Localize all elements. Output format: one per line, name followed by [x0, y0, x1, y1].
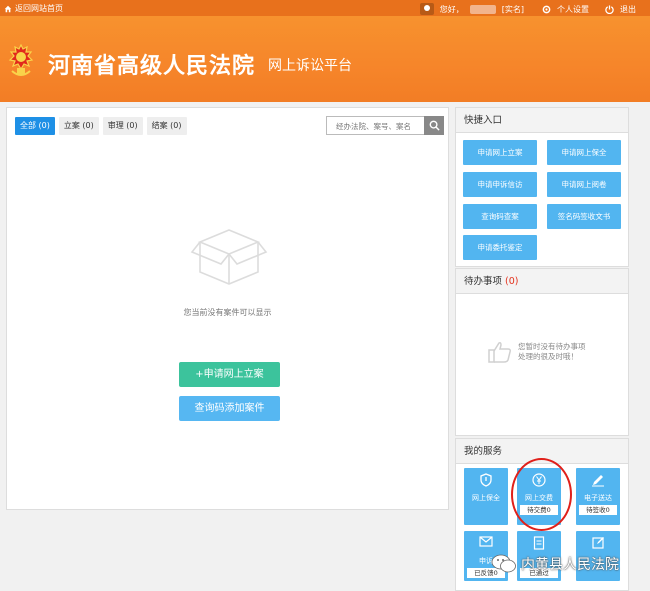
service-e-delivery[interactable]: 电子送达 待签收0 — [576, 468, 620, 525]
my-services-title: 我的服务 — [456, 439, 628, 464]
logout-link[interactable]: 退出 — [620, 4, 636, 15]
service-e-delivery-label: 电子送达 — [584, 494, 612, 502]
home-link[interactable]: 返回网站首页 — [4, 3, 63, 14]
greeting: 您好， — [439, 4, 464, 14]
pending-sign-badge: 待签收0 — [579, 505, 617, 515]
apply-online-filing-button[interactable]: +申请网上立案 — [179, 362, 280, 387]
wechat-icon — [491, 554, 516, 573]
quick-entry-panel: 快捷入口 申请网上立案 申请网上保全 申请申诉信访 申请网上阅卷 查询码查案 签… — [455, 107, 629, 267]
thumbs-up-icon — [488, 342, 511, 363]
case-panel: 全部 (0) 立案 (0) 审理 (0) 结案 (0) 经办法院、案号、案名 您… — [6, 107, 449, 510]
service-online-payment[interactable]: 网上交费 待交费0 — [517, 468, 561, 525]
quick-apply-preservation-button[interactable]: 申请网上保全 — [547, 140, 621, 165]
home-link-label: 返回网站首页 — [15, 4, 63, 13]
user-avatar-icon — [419, 3, 434, 15]
todo-count: (0) — [505, 276, 519, 287]
yen-coin-icon — [532, 473, 546, 487]
tab-filing[interactable]: 立案 (0) — [58, 117, 99, 135]
tab-trial[interactable]: 审理 (0) — [102, 117, 143, 135]
quick-entry-title: 快捷入口 — [456, 108, 628, 133]
document-icon — [533, 536, 545, 550]
todo-empty-line2: 处理的很及时哦！ — [518, 352, 578, 361]
gear-icon — [542, 5, 551, 13]
pen-icon — [592, 475, 604, 487]
realname-badge: [实名] — [501, 4, 524, 14]
quick-query-code-button[interactable]: 查询码查案 — [463, 204, 537, 229]
home-icon — [4, 5, 12, 12]
top-bar: 返回网站首页 您好， [实名] 个人设置 退出 — [0, 0, 650, 16]
quick-apply-appraisal-button[interactable]: 申请委托鉴定 — [463, 235, 537, 260]
quick-apply-petition-button[interactable]: 申请申诉信访 — [463, 172, 537, 197]
personal-settings-link[interactable]: 个人设置 — [557, 4, 589, 15]
search-icon — [429, 120, 440, 131]
shield-icon — [480, 473, 492, 487]
tab-all[interactable]: 全部 (0) — [15, 117, 55, 135]
query-code-add-case-button[interactable]: 查询码添加案件 — [179, 396, 280, 421]
empty-box-icon — [190, 229, 268, 285]
pending-payment-badge: 待交费0 — [520, 505, 558, 515]
username-redacted — [469, 4, 496, 14]
logout-icon — [605, 4, 614, 14]
quick-apply-filing-button[interactable]: 申请网上立案 — [463, 140, 537, 165]
court-emblem-icon — [8, 44, 34, 76]
todo-empty-state: 您暂时没有待办事项 处理的很及时哦！ — [488, 341, 586, 363]
service-online-preservation-label: 网上保全 — [472, 494, 500, 502]
todo-title: 待办事项 (0) — [456, 269, 628, 294]
edit-icon — [591, 537, 604, 549]
court-name: 河南省高级人民法院 — [48, 54, 256, 79]
todo-panel: 待办事项 (0) 您暂时没有待办事项 处理的很及时哦！ — [455, 268, 629, 436]
tab-closed[interactable]: 结案 (0) — [146, 117, 187, 135]
platform-name: 网上诉讼平台 — [268, 58, 352, 74]
search-input[interactable]: 经办法院、案号、案名 — [336, 121, 411, 132]
mail-icon — [479, 536, 493, 547]
quick-apply-read-file-button[interactable]: 申请网上阅卷 — [547, 172, 621, 197]
case-search-box: 经办法院、案号、案名 — [326, 116, 444, 135]
todo-title-label: 待办事项 — [464, 276, 503, 287]
case-tabs: 全部 (0) 立案 (0) 审理 (0) 结案 (0) — [15, 117, 187, 135]
service-online-payment-label: 网上交费 — [525, 494, 553, 502]
empty-case-message: 您当前没有案件可以显示 — [183, 308, 272, 317]
search-button[interactable] — [424, 116, 444, 135]
service-online-preservation[interactable]: 网上保全 — [464, 468, 508, 525]
quick-sign-code-button[interactable]: 签名码签收文书 — [547, 204, 621, 229]
wechat-watermark: 内黄县人民法院 — [491, 553, 619, 575]
todo-empty-line1: 您暂时没有待办事项 — [518, 342, 586, 351]
watermark-text: 内黄县人民法院 — [521, 557, 619, 573]
